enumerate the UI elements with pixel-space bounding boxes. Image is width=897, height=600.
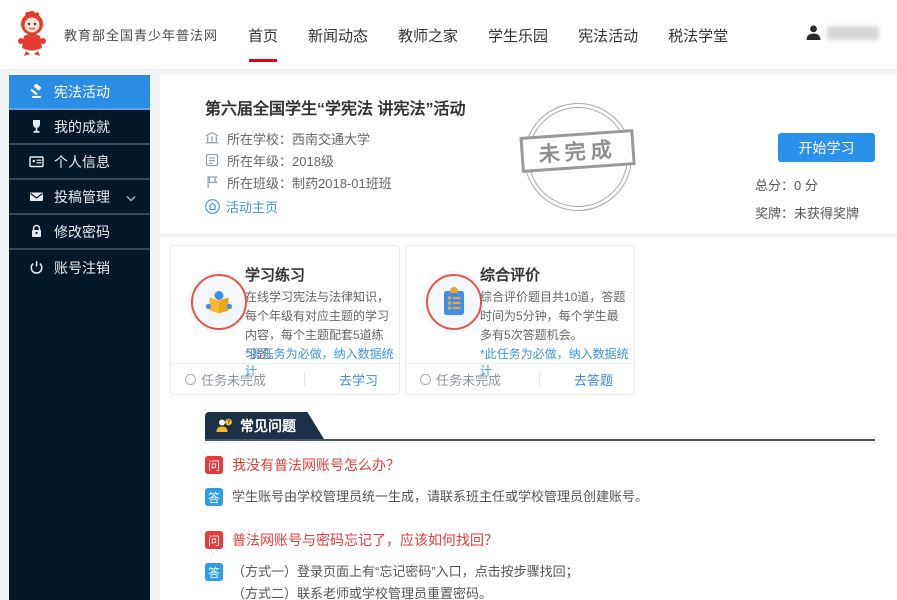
faq-question-text: 我没有普法网账号怎么办？ <box>232 455 400 475</box>
student-info: 所在学校：西南交通大学 所在年级：2018级 所在班级：制药2018-01班班 <box>205 127 392 193</box>
info-school: 所在学校：西南交通大学 <box>205 127 392 149</box>
question-badge: 问 <box>205 456 223 474</box>
site-logo-area[interactable]: 教育部全国青少年普法网 <box>12 10 218 58</box>
activity-home-label: 活动主页 <box>226 197 278 216</box>
school-icon <box>205 131 219 145</box>
footer-divider <box>304 372 305 386</box>
question-badge: 问 <box>205 531 223 549</box>
faq-answer-1: 答 学生账号由学校管理员统一生成，请联系班主任或学校管理员创建账号。 <box>205 488 875 508</box>
sidebar-item-label: 修改密码 <box>54 222 110 242</box>
status-circle-icon <box>185 374 196 385</box>
faq-answer-text: （方式一）登录页面上有“忘记密码”入口，点击按步骤找回； （方式二）联系老师或学… <box>232 561 579 600</box>
user-account[interactable] <box>805 24 879 41</box>
home-icon <box>205 199 220 214</box>
answer-badge: 答 <box>205 488 223 506</box>
nav-news[interactable]: 新闻动态 <box>308 0 368 70</box>
task-title: 综合评价 <box>480 264 540 285</box>
id-card-icon <box>29 154 44 169</box>
answer-badge: 答 <box>205 563 223 581</box>
incomplete-stamp: 未完成 <box>520 99 635 214</box>
grade-icon <box>205 153 219 167</box>
task-description: 综合评价题目共10道，答题时间为5分钟，每个学生最多有5次答题机会。 <box>480 288 626 345</box>
faq-section: ? 常见问题 问 我没有普法网账号怎么办？ 答 学生账号由学校管理员统一生成，请… <box>205 412 875 600</box>
task-status-label: 任务未完成 <box>201 370 266 389</box>
reading-icon <box>188 271 250 333</box>
nav-home[interactable]: 首页 <box>248 0 278 70</box>
faq-answer-text: 学生账号由学校管理员统一生成，请联系班主任或学校管理员创建账号。 <box>232 486 648 508</box>
total-score: 总分：0 分 <box>755 175 875 194</box>
start-learning-button[interactable]: 开始学习 <box>778 133 875 162</box>
go-learn-link[interactable]: 去学习 <box>339 370 378 389</box>
task-status-label: 任务未完成 <box>436 370 501 389</box>
faq-answer-2: 答 （方式一）登录页面上有“忘记密码”入口，点击按步骤找回； （方式二）联系老师… <box>205 563 875 600</box>
info-school-text: 所在学校：西南交通大学 <box>227 129 370 148</box>
sidebar-item-profile[interactable]: 个人信息 <box>9 145 150 180</box>
envelope-icon <box>29 189 44 204</box>
footer-divider <box>539 372 540 386</box>
task-footer: 任务未完成 去答题 <box>406 363 634 394</box>
nav-taxlaw[interactable]: 税法学堂 <box>668 0 728 70</box>
medal-status: 奖牌：未获得奖牌 <box>755 203 875 222</box>
sidebar-item-label: 投稿管理 <box>54 187 110 207</box>
hero-right-column: 开始学习 总分：0 分 奖牌：未获得奖牌 <box>755 133 875 222</box>
sidebar-item-label: 我的成就 <box>54 117 110 137</box>
nav-teachers[interactable]: 教师之家 <box>398 0 458 70</box>
svg-text:?: ? <box>227 419 230 425</box>
sidebar-item-logout[interactable]: 账号注销 <box>9 250 150 285</box>
task-card-evaluation: 综合评价 综合评价题目共10道，答题时间为5分钟，每个学生最多有5次答题机会。 … <box>405 245 635 395</box>
info-grade-text: 所在年级：2018级 <box>227 151 334 170</box>
task-card-learning: 学习练习 在线学习宪法与法律知识，每个年级有对应主题的学习内容，每个主题配套5道… <box>170 245 400 395</box>
nav-students[interactable]: 学生乐园 <box>488 0 548 70</box>
clipboard-icon <box>423 271 485 333</box>
task-title: 学习练习 <box>245 264 305 285</box>
gavel-icon <box>29 84 44 99</box>
task-footer: 任务未完成 去学习 <box>171 363 399 394</box>
task-status: 任务未完成 <box>420 370 501 389</box>
stamp-text: 未完成 <box>538 133 618 168</box>
user-icon <box>805 24 822 41</box>
chevron-down-icon <box>126 189 136 205</box>
go-answer-link[interactable]: 去答题 <box>574 370 613 389</box>
nav-constitution[interactable]: 宪法活动 <box>578 0 638 70</box>
site-name: 教育部全国青少年普法网 <box>64 25 218 44</box>
faq-title: 常见问题 <box>240 416 296 436</box>
answer-line-2: （方式二）联系老师或学校管理员重置密码。 <box>232 586 492 600</box>
main-nav: 首页 新闻动态 教师之家 学生乐园 宪法活动 税法学堂 <box>248 0 728 70</box>
activity-title: 第六届全国学生“学宪法 讲宪法”活动 <box>205 95 465 119</box>
faq-question-text: 普法网账号与密码忘记了，应该如何找回？ <box>232 530 498 550</box>
user-name-blurred <box>827 26 879 40</box>
answer-line-1: （方式一）登录页面上有“忘记密码”入口，点击按步骤找回； <box>232 564 579 579</box>
class-icon <box>205 175 219 189</box>
main-content-area: 学习练习 在线学习宪法与法律知识，每个年级有对应主题的学习内容，每个主题配套5道… <box>160 237 897 600</box>
sidebar-item-achievements[interactable]: 我的成就 <box>9 110 150 145</box>
activity-hero-panel: 第六届全国学生“学宪法 讲宪法”活动 所在学校：西南交通大学 所在年级：2018… <box>160 75 897 233</box>
status-circle-icon <box>420 374 431 385</box>
task-status: 任务未完成 <box>185 370 266 389</box>
mascot-logo-icon <box>12 10 54 58</box>
sidebar-item-label: 个人信息 <box>54 152 110 172</box>
sidebar-item-label: 宪法活动 <box>54 82 110 102</box>
top-header: 教育部全国青少年普法网 首页 新闻动态 教师之家 学生乐园 宪法活动 税法学堂 <box>0 0 897 70</box>
sidebar-item-constitution-activity[interactable]: 宪法活动 <box>9 75 150 110</box>
faq-header-tab: ? 常见问题 <box>205 412 324 439</box>
faq-question-2[interactable]: 问 普法网账号与密码忘记了，应该如何找回？ <box>205 530 875 550</box>
lock-icon <box>29 224 44 239</box>
info-grade: 所在年级：2018级 <box>205 149 392 171</box>
info-class: 所在班级：制药2018-01班班 <box>205 171 392 193</box>
trophy-icon <box>29 119 44 134</box>
sidebar-item-submissions[interactable]: 投稿管理 <box>9 180 150 215</box>
faq-question-1[interactable]: 问 我没有普法网账号怎么办？ <box>205 455 875 475</box>
faq-person-icon: ? <box>215 418 233 434</box>
left-sidebar: 宪法活动 我的成就 个人信息 投稿管理 修改密码 账号注销 <box>9 75 150 600</box>
sidebar-item-label: 账号注销 <box>54 258 110 278</box>
power-icon <box>29 260 44 275</box>
activity-home-link[interactable]: 活动主页 <box>205 197 278 216</box>
info-class-text: 所在班级：制药2018-01班班 <box>227 173 392 192</box>
sidebar-item-change-password[interactable]: 修改密码 <box>9 215 150 250</box>
faq-underline <box>205 439 875 441</box>
